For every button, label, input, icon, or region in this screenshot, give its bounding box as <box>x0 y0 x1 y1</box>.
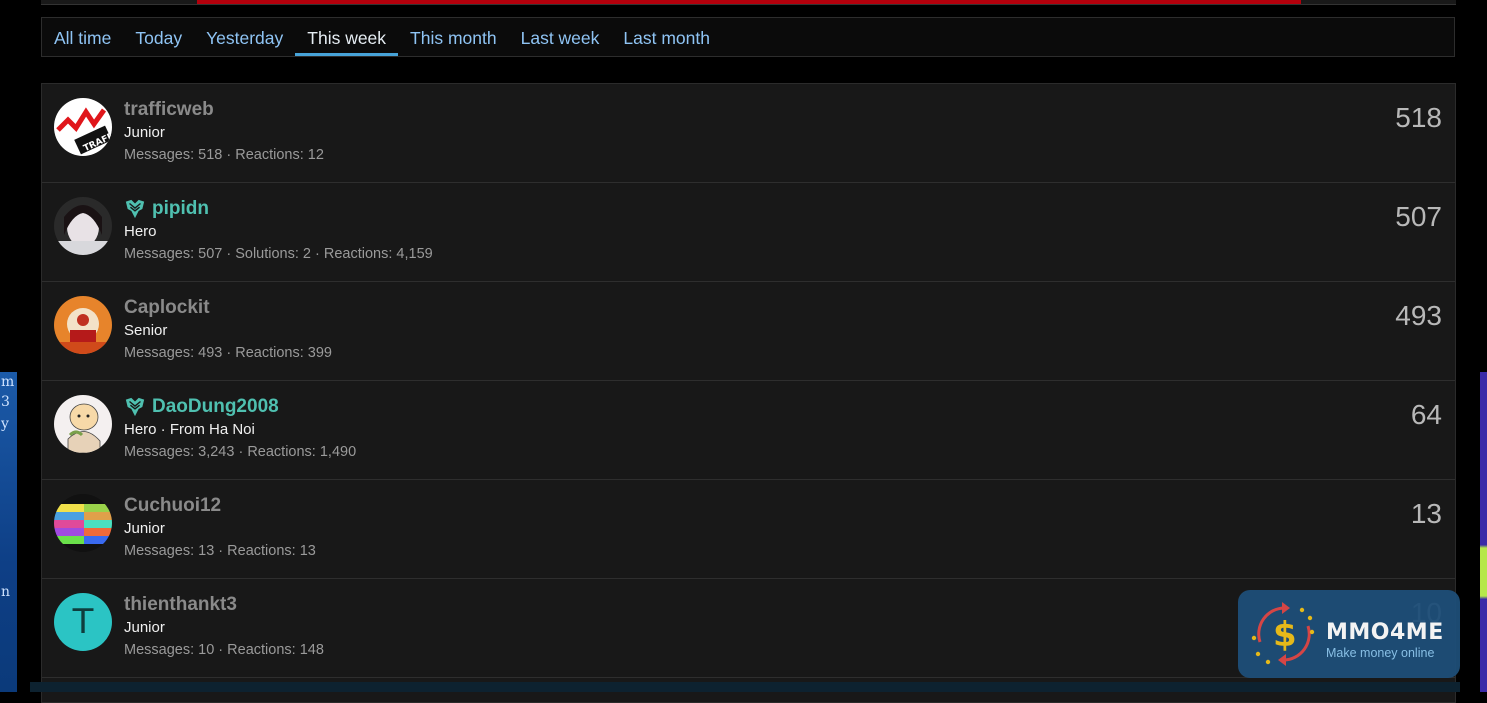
list-item: pipidn Hero Messages: 507 · Solutions: 2… <box>42 183 1455 282</box>
username-text[interactable]: trafficweb <box>124 98 214 122</box>
tab-today[interactable]: Today <box>123 18 194 56</box>
bottom-strip <box>30 682 1460 692</box>
username-text[interactable]: DaoDung2008 <box>152 395 279 419</box>
avatar[interactable] <box>54 395 112 453</box>
avatar[interactable] <box>54 197 112 255</box>
period-count: 13 <box>1410 498 1442 529</box>
username-text[interactable]: Caplockit <box>124 296 210 320</box>
tab-this-week[interactable]: This week <box>295 18 398 56</box>
period-count: 493 <box>1395 300 1442 331</box>
username[interactable]: Cuchuoi12 <box>124 494 316 518</box>
tab-last-week[interactable]: Last week <box>509 18 612 56</box>
user-stats: Messages: 10 · Reactions: 148 <box>124 642 324 658</box>
user-stats: Messages: 507 · Solutions: 2 · Reactions… <box>124 246 433 262</box>
user-title: Hero <box>124 223 157 240</box>
username-text[interactable]: pipidn <box>152 197 209 221</box>
mmo4me-logo[interactable]: $ MMO4ME Make money online <box>1238 590 1460 678</box>
logo-brand: MMO4ME <box>1326 620 1444 645</box>
hero-badge-icon <box>125 397 145 417</box>
user-stats: Messages: 493 · Reactions: 399 <box>124 345 332 361</box>
user-stats: Messages: 3,243 · Reactions: 1,490 <box>124 444 357 460</box>
user-title: Hero · From Ha Noi <box>124 421 255 438</box>
username[interactable]: pipidn <box>124 197 433 221</box>
avatar[interactable]: T <box>54 593 112 651</box>
list-item: TRAFFIC trafficweb Junior Messages: 518 … <box>42 84 1455 183</box>
username-text[interactable]: Cuchuoi12 <box>124 494 221 518</box>
tab-last-month[interactable]: Last month <box>611 18 722 56</box>
avatar-letter: T <box>72 602 94 642</box>
dollar-coin-icon: $ <box>1251 602 1315 666</box>
period-count: 518 <box>1395 102 1442 133</box>
avatar[interactable] <box>54 494 112 552</box>
period-count: 64 <box>1410 399 1442 430</box>
svg-text:$: $ <box>1273 615 1297 655</box>
period-tabs: All time Today Yesterday This week This … <box>41 17 1455 57</box>
avatar[interactable]: TRAFFIC <box>54 98 112 156</box>
user-title: Junior <box>124 619 165 636</box>
hero-badge-icon <box>125 199 145 219</box>
top-progress-bar <box>197 0 1301 4</box>
list-item: Cuchuoi12 Junior Messages: 13 · Reaction… <box>42 480 1455 579</box>
list-item: DaoDung2008 Hero · From Ha Noi Messages:… <box>42 381 1455 480</box>
username[interactable]: Caplockit <box>124 296 332 320</box>
list-item: Caplockit Senior Messages: 493 · Reactio… <box>42 282 1455 381</box>
logo-tagline: Make money online <box>1326 646 1435 660</box>
username[interactable]: DaoDung2008 <box>124 395 356 419</box>
user-stats: Messages: 13 · Reactions: 13 <box>124 543 316 559</box>
tab-yesterday[interactable]: Yesterday <box>194 18 295 56</box>
username[interactable]: trafficweb <box>124 98 324 122</box>
user-title: Junior <box>124 520 165 537</box>
tab-all-time[interactable]: All time <box>42 18 123 56</box>
user-stats: Messages: 518 · Reactions: 12 <box>124 147 324 163</box>
right-ad-strip[interactable] <box>1480 372 1487 692</box>
username[interactable]: thienthankt3 <box>124 593 324 617</box>
left-ad-strip[interactable]: m3yn <box>0 372 17 692</box>
period-count: 507 <box>1395 201 1442 232</box>
username-text[interactable]: thienthankt3 <box>124 593 237 617</box>
user-title: Junior <box>124 124 165 141</box>
avatar[interactable] <box>54 296 112 354</box>
user-title: Senior <box>124 322 168 339</box>
top-bar <box>41 0 1456 5</box>
tab-this-month[interactable]: This month <box>398 18 509 56</box>
